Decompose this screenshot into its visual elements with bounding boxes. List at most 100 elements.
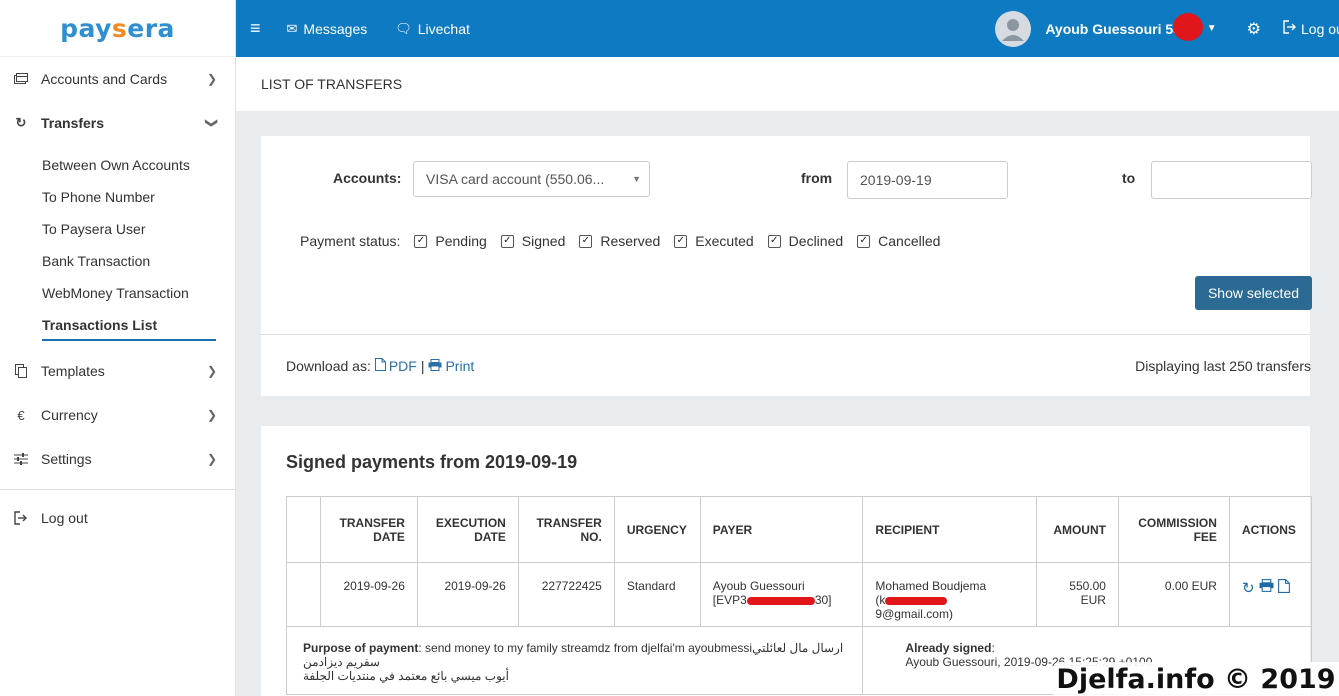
recipient-email: (k	[875, 593, 886, 607]
status-label: Reserved	[600, 233, 661, 249]
sign-out-icon	[13, 510, 29, 526]
printer-icon[interactable]	[1259, 579, 1274, 597]
payer-account: [EVP3	[712, 593, 747, 607]
results-panel: Signed payments from 2019-09-19 TRANSFER…	[261, 426, 1313, 696]
column-header-amount[interactable]: AMOUNT	[1036, 496, 1119, 563]
recipient-cell: Mohamed Boudjema (k9@gmail.com)	[862, 562, 1038, 627]
status-cancelled-checkbox[interactable]: ✓ Cancelled	[857, 233, 940, 249]
table-row[interactable]: 2019-09-26 2019-09-26 227722425 Standard…	[286, 562, 1313, 627]
sidebar-item-settings[interactable]: Settings ❯	[0, 437, 235, 481]
checkmark-icon: ✓	[579, 234, 593, 248]
sidebar-subitem-between-own-accounts[interactable]: Between Own Accounts	[0, 149, 235, 181]
from-label: from	[801, 170, 833, 186]
from-date-input[interactable]: 2019-09-19	[847, 161, 1008, 199]
sidebar-subitem-to-phone-number[interactable]: To Phone Number	[0, 181, 235, 213]
show-selected-button[interactable]: Show selected	[1195, 276, 1312, 310]
sidebar-item-label: Templates	[41, 363, 105, 379]
transfer-arrows-icon: ↻	[15, 115, 27, 130]
messages-link[interactable]: ✉ Messages	[287, 21, 368, 37]
sidebar-subitem-transactions-list[interactable]: Transactions List	[0, 309, 235, 341]
print-link[interactable]: Print	[428, 358, 474, 374]
payer-name: Ayoub Guessouri	[712, 579, 805, 593]
status-declined-checkbox[interactable]: ✓ Declined	[767, 233, 844, 249]
top-bar: ≡ ✉ Messages 🗨 Livechat Ayoub Guessouri …	[236, 0, 1339, 57]
column-header-actions: ACTIONS	[1228, 496, 1313, 563]
redaction-mark	[746, 596, 815, 605]
logout-label: Log out	[1301, 20, 1339, 37]
sidebar-item-transfers[interactable]: ↻ Transfers ❯	[0, 101, 235, 145]
payment-status-label: Payment status:	[300, 233, 401, 249]
sidebar-subitem-webmoney-transaction[interactable]: WebMoney Transaction	[0, 277, 235, 309]
sidebar-item-templates[interactable]: Templates ❯	[0, 349, 235, 393]
amount-value: 550.00	[1069, 579, 1106, 593]
purpose-label: Purpose of payment	[303, 641, 419, 655]
gear-icon[interactable]: ⚙	[1247, 19, 1261, 39]
column-header-payer[interactable]: PAYER	[699, 496, 864, 563]
expand-cell	[286, 562, 321, 627]
sidebar-item-log-out[interactable]: Log out	[0, 496, 235, 540]
printer-icon	[428, 358, 442, 374]
status-label: Pending	[435, 233, 487, 249]
checkmark-icon: ✓	[857, 234, 871, 248]
caret-down-icon: ▼	[632, 174, 641, 184]
pdf-file-icon	[374, 358, 386, 374]
pdf-label: PDF	[388, 358, 417, 374]
status-label: Signed	[521, 233, 566, 249]
checkmark-icon: ✓	[500, 234, 514, 248]
sidebar-item-label: Currency	[41, 407, 98, 423]
status-executed-checkbox[interactable]: ✓ Executed	[674, 233, 754, 249]
status-label: Declined	[788, 233, 844, 249]
account-select[interactable]: VISA card account (550.06... ▼	[413, 161, 650, 197]
livechat-label: Livechat	[417, 20, 470, 37]
sidebar-item-label: Transfers	[41, 115, 105, 131]
redaction-mark	[1172, 12, 1203, 41]
column-header-commission-fee[interactable]: COMMISSION FEE	[1117, 496, 1230, 563]
column-header-expand	[286, 496, 321, 563]
active-indicator	[42, 339, 216, 341]
accounts-label: Accounts:	[333, 170, 402, 186]
logout-link[interactable]: Log out	[1283, 20, 1339, 37]
to-label: to	[1122, 170, 1136, 186]
payer-cell: Ayoub Guessouri [EVP3 30]	[699, 562, 864, 627]
livechat-link[interactable]: 🗨 Livechat	[395, 21, 470, 37]
purpose-text-arabic-2: أيوب ميسي بائع معتمد في منتديات الجلفة	[303, 669, 509, 683]
column-header-execution-date[interactable]: EXECUTION DATE	[416, 496, 519, 563]
chevron-right-icon: ❯	[206, 72, 217, 86]
to-date-input[interactable]	[1151, 161, 1312, 199]
avatar[interactable]	[995, 10, 1032, 47]
chevron-down-icon: ❯	[204, 117, 219, 129]
repeat-icon[interactable]: ↻	[1242, 579, 1255, 597]
messages-label: Messages	[303, 20, 368, 37]
status-pending-checkbox[interactable]: ✓ Pending	[414, 233, 487, 249]
paysera-logo[interactable]: paysera	[0, 0, 235, 57]
sidebar-item-accounts-and-cards[interactable]: Accounts and Cards ❯	[0, 57, 235, 101]
logo-text: paysera	[60, 13, 175, 43]
sidebar: paysera Accounts and Cards ❯ ↻ Transfers…	[0, 0, 236, 696]
separator: |	[420, 358, 425, 374]
status-label: Cancelled	[878, 233, 941, 249]
download-pdf-link[interactable]: PDF	[374, 358, 417, 374]
sidebar-item-label: Settings	[41, 451, 92, 467]
sidebar-item-currency[interactable]: € Currency ❯	[0, 393, 235, 437]
column-header-recipient[interactable]: RECIPIENT	[862, 496, 1038, 563]
status-signed-checkbox[interactable]: ✓ Signed	[500, 233, 566, 249]
payer-account-end: 30]	[814, 593, 832, 607]
column-header-transfer-date[interactable]: TRANSFER DATE	[319, 496, 418, 563]
status-reserved-checkbox[interactable]: ✓ Reserved	[579, 233, 660, 249]
caret-down-icon[interactable]: ▼	[1207, 23, 1217, 34]
chevron-right-icon: ❯	[206, 408, 217, 422]
pdf-file-icon[interactable]	[1277, 579, 1290, 597]
status-label: Executed	[695, 233, 754, 249]
sidebar-subitem-bank-transaction[interactable]: Bank Transaction	[0, 245, 235, 277]
column-header-urgency[interactable]: URGENCY	[613, 496, 701, 563]
sidebar-subitem-to-paysera-user[interactable]: To Paysera User	[0, 213, 235, 245]
amount-cell: 550.00 EUR	[1036, 562, 1119, 627]
copy-icon	[13, 363, 29, 379]
amount-currency: EUR	[1080, 593, 1106, 607]
transfer-date-cell: 2019-09-26	[319, 562, 418, 627]
recipient-name: Mohamed Boudjema	[875, 579, 987, 593]
filter-panel: Accounts: VISA card account (550.06... ▼…	[261, 136, 1312, 396]
column-header-transfer-no[interactable]: TRANSFER NO.	[517, 496, 615, 563]
user-name[interactable]: Ayoub Guessouri 539	[1045, 12, 1203, 41]
hamburger-menu-icon[interactable]: ≡	[250, 18, 261, 39]
